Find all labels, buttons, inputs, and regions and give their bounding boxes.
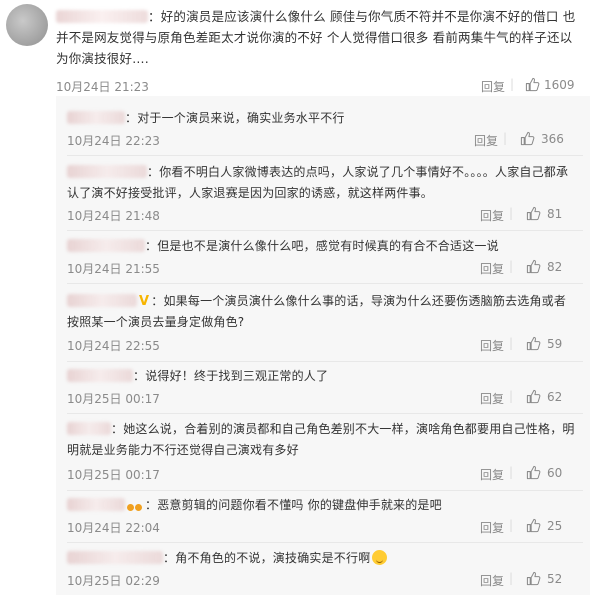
reply-comment: V ：如果每一个演员演什么像什么事的话，导演为什么还要伤透脑筋去选角或者按照某一个… bbox=[67, 291, 575, 333]
reply-time: 10月24日 22:55 bbox=[67, 339, 160, 353]
like-button[interactable]: 62 bbox=[526, 389, 562, 404]
thumbs-up-icon bbox=[526, 465, 541, 480]
separator: | bbox=[509, 465, 514, 479]
reply-time: 10月25日 00:17 bbox=[67, 468, 160, 482]
thumbs-up-icon bbox=[526, 389, 541, 404]
username-blurred[interactable] bbox=[56, 10, 148, 23]
divider bbox=[67, 155, 583, 156]
reply-button[interactable]: 回复 bbox=[480, 572, 504, 589]
thumbs-up-icon bbox=[526, 206, 541, 221]
like-button[interactable]: 25 bbox=[526, 518, 562, 533]
divider bbox=[67, 361, 583, 362]
like-button[interactable]: 81 bbox=[526, 206, 562, 221]
like-count: 59 bbox=[547, 336, 563, 351]
thumbs-up-icon bbox=[526, 518, 541, 533]
like-button[interactable]: 366 bbox=[520, 131, 564, 146]
reply-text: ：说得好！终于找到三观正常的人了 bbox=[133, 369, 329, 383]
username-blurred[interactable] bbox=[67, 498, 125, 511]
reply-time: 10月25日 00:17 bbox=[67, 392, 160, 406]
reply-comment: ：你看不明白人家微博表达的点吗，人家说了几个事情好不。。。。人家自己都承认了演不… bbox=[67, 162, 575, 204]
like-count: 62 bbox=[547, 389, 563, 404]
separator: | bbox=[509, 389, 514, 403]
reply-comment: ：恶意剪辑的问题你看不懂吗 你的键盘伸手就来的是吧 bbox=[67, 495, 575, 518]
reply-button[interactable]: 回复 bbox=[480, 337, 504, 354]
divider bbox=[67, 490, 583, 491]
like-button[interactable]: 82 bbox=[526, 259, 562, 274]
like-button[interactable]: 60 bbox=[526, 465, 562, 480]
reply-text: ：恶意剪辑的问题你看不懂吗 你的键盘伸手就来的是吧 bbox=[145, 498, 442, 512]
reply-comment: ：说得好！终于找到三观正常的人了 bbox=[67, 366, 575, 387]
thumbs-up-icon bbox=[520, 131, 535, 146]
reply-text: ：对于一个演员来说，确实业务水平不行 bbox=[125, 111, 345, 125]
reply-button[interactable]: 回复 bbox=[481, 78, 505, 95]
username-blurred[interactable] bbox=[67, 369, 133, 382]
separator: | bbox=[510, 77, 515, 91]
reply-text: ：但是也不是演什么像什么吧，感觉有时候真的有合不合适这一说 bbox=[145, 239, 499, 253]
like-count: 60 bbox=[547, 465, 563, 480]
reply-button[interactable]: 回复 bbox=[474, 132, 498, 149]
emoji-icon bbox=[372, 550, 388, 565]
like-count: 81 bbox=[547, 206, 563, 221]
main-comment-text: ：好的演员是应该演什么像什么 顾佳与你气质不符并不是你演不好的借口 也并不是网友… bbox=[56, 6, 578, 69]
divider bbox=[67, 230, 583, 231]
reply-button[interactable]: 回复 bbox=[480, 260, 504, 277]
reply-time: 10月24日 21:48 bbox=[67, 209, 160, 223]
username-blurred[interactable] bbox=[67, 111, 125, 124]
reply-button[interactable]: 回复 bbox=[480, 466, 504, 483]
like-button[interactable]: 59 bbox=[526, 336, 562, 351]
separator: | bbox=[509, 571, 514, 585]
reply-comment: ：对于一个演员来说，确实业务水平不行 bbox=[67, 108, 575, 129]
reply-button[interactable]: 回复 bbox=[480, 390, 504, 407]
username-blurred[interactable] bbox=[67, 165, 147, 178]
reply-text: ：她这么说，合着别的演员都和自己角色差别不大一样，演啥角色都要用自己性格，明明就… bbox=[67, 422, 575, 457]
vip-badge-icon: V bbox=[139, 294, 150, 309]
emoji-icon bbox=[127, 497, 143, 518]
divider bbox=[67, 413, 583, 414]
separator: | bbox=[503, 131, 508, 145]
reply-comment: ：她这么说，合着别的演员都和自己角色差别不大一样，演啥角色都要用自己性格，明明就… bbox=[67, 419, 575, 461]
reply-text: ：角不角色的不说，演技确实是不行啊 bbox=[163, 551, 371, 565]
like-button[interactable]: 1609 bbox=[525, 77, 575, 92]
like-count: 52 bbox=[547, 571, 563, 586]
divider bbox=[67, 542, 583, 543]
like-count: 25 bbox=[547, 518, 563, 533]
like-button[interactable]: 52 bbox=[526, 571, 562, 586]
separator: | bbox=[509, 336, 514, 350]
reply-comment: ：角不角色的不说，演技确实是不行啊 bbox=[67, 548, 575, 569]
like-count: 366 bbox=[541, 131, 564, 146]
thumbs-up-icon bbox=[526, 336, 541, 351]
username-blurred[interactable] bbox=[67, 239, 145, 252]
like-count: 1609 bbox=[544, 77, 575, 92]
avatar[interactable] bbox=[6, 4, 48, 46]
username-blurred[interactable] bbox=[67, 294, 137, 307]
comment-time: 10月24日 21:23 bbox=[56, 80, 149, 94]
thumbs-up-icon bbox=[526, 259, 541, 274]
username-blurred[interactable] bbox=[67, 551, 163, 564]
thumbs-up-icon bbox=[525, 77, 540, 92]
reply-time: 10月24日 21:55 bbox=[67, 262, 160, 276]
separator: | bbox=[509, 518, 514, 532]
separator: | bbox=[509, 206, 514, 220]
username-blurred[interactable] bbox=[67, 422, 111, 435]
reply-time: 10月24日 22:04 bbox=[67, 521, 160, 535]
like-count: 82 bbox=[547, 259, 563, 274]
reply-time: 10月25日 02:29 bbox=[67, 574, 160, 588]
reply-comment: ：但是也不是演什么像什么吧，感觉有时候真的有合不合适这一说 bbox=[67, 236, 575, 257]
reply-button[interactable]: 回复 bbox=[480, 519, 504, 536]
thumbs-up-icon bbox=[526, 571, 541, 586]
divider bbox=[67, 283, 583, 284]
reply-time: 10月24日 22:23 bbox=[67, 134, 160, 148]
separator: | bbox=[509, 259, 514, 273]
reply-button[interactable]: 回复 bbox=[480, 207, 504, 224]
